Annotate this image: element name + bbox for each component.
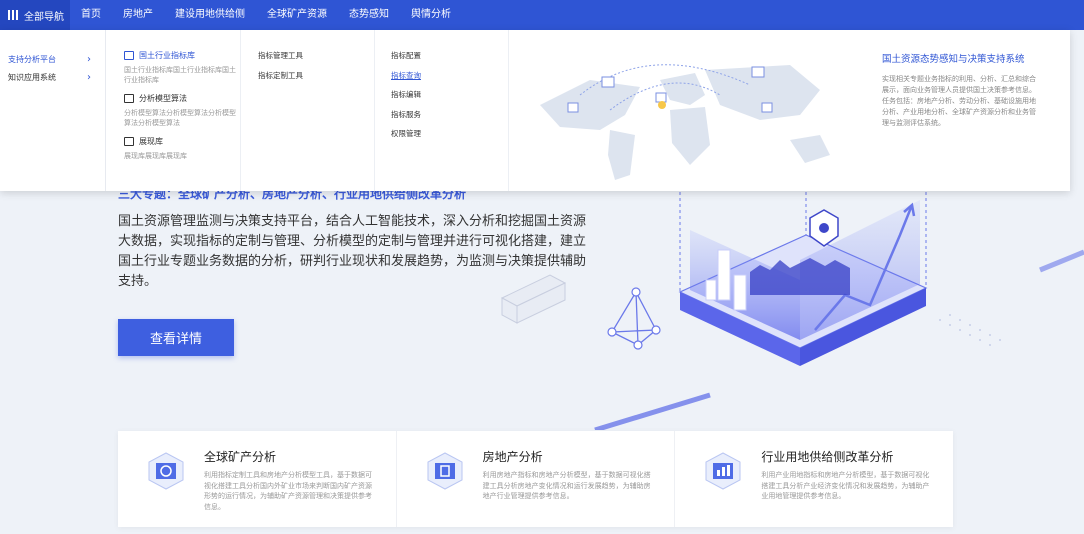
model-icon xyxy=(124,94,134,103)
dropdown-tools-column: 指标管理工具 指标定制工具 xyxy=(258,50,303,89)
nav-item-construction-land-supply[interactable]: 建设用地供给侧 xyxy=(164,0,256,30)
nav-item-real-estate[interactable]: 房地产 xyxy=(112,0,164,30)
group-title: 分析模型算法 xyxy=(139,94,187,103)
category-item-analysis-platform[interactable]: 支持分析平台 › xyxy=(0,50,105,68)
system-title[interactable]: 国土资源态势感知与决策支持系统 xyxy=(882,51,1042,65)
hero-description: 国土资源管理监测与决策支持平台，结合人工智能技术，深入分析和挖掘国土资源大数据，… xyxy=(118,214,587,289)
database-icon xyxy=(124,51,134,60)
top-navigation-bar: 全部导航 首页 房地产 建设用地供给侧 全球矿产资源 态势感知 舆情分析 xyxy=(0,0,1084,30)
dropdown-category-list: 支持分析平台 › 知识应用系统 › xyxy=(0,30,106,191)
category-item-knowledge-system[interactable]: 知识应用系统 › xyxy=(0,68,105,86)
menu-item-indicator-service[interactable]: 指标服务 xyxy=(391,109,421,129)
globe-analysis-icon xyxy=(148,452,184,490)
group-description: 国土行业指标库国土行业指标库国土行业指标库 xyxy=(124,66,236,84)
system-description: 实现相关专题业务指标的利用、分析、汇总和综合展示，面向业务管理人员提供国土决策参… xyxy=(882,75,1036,127)
card-description: 利用房地产指标和房地产分析模型，基于数据可视化搭建工具分析房地产变化情况和运行发… xyxy=(482,471,651,500)
menu-item-indicator-edit[interactable]: 指标编辑 xyxy=(391,89,421,109)
nav-item-situation-awareness[interactable]: 态势感知 xyxy=(338,0,400,30)
chevron-right-icon: › xyxy=(87,71,91,83)
nav-item-global-mineral-resources[interactable]: 全球矿产资源 xyxy=(256,0,338,30)
group-description: 展现库展现库展现库 xyxy=(124,152,187,160)
card-title: 全球矿产分析 xyxy=(204,450,277,464)
card-description: 利用指标定制工具和房地产分析模型工具，基于数据可视化搭建工具分析国内外矿业市场来… xyxy=(204,471,372,511)
nav-item-public-opinion[interactable]: 舆情分析 xyxy=(400,0,462,30)
group-indicator-library[interactable]: 国土行业指标库 国土行业指标库国土行业指标库国土行业指标库 xyxy=(124,50,236,85)
feature-cards: 全球矿产分析 利用指标定制工具和房地产分析模型工具，基于数据可视化搭建工具分析国… xyxy=(118,431,953,527)
card-real-estate-analysis[interactable]: 房地产分析 利用房地产指标和房地产分析模型，基于数据可视化搭建工具分析房地产变化… xyxy=(395,431,675,527)
card-title: 行业用地供给侧改革分析 xyxy=(761,450,894,464)
menu-item-indicator-query[interactable]: 指标查询 xyxy=(391,70,421,90)
card-global-mineral-analysis[interactable]: 全球矿产分析 利用指标定制工具和房地产分析模型工具，基于数据可视化搭建工具分析国… xyxy=(118,431,396,527)
system-info-block: 国土资源态势感知与决策支持系统 实现相关专题业务指标的利用、分析、汇总和综合展示… xyxy=(882,51,1042,129)
group-display-library[interactable]: 展现库 展现库展现库展现库 xyxy=(124,136,236,161)
bar-chart-icon xyxy=(705,452,741,490)
all-navigation-label: 全部导航 xyxy=(24,11,64,23)
nav-item-home[interactable]: 首页 xyxy=(70,0,112,30)
chart-icon xyxy=(124,137,134,146)
world-map-illustration xyxy=(540,64,830,180)
divider xyxy=(508,30,509,191)
all-navigation-button[interactable]: 全部导航 xyxy=(0,0,70,30)
category-label: 知识应用系统 xyxy=(8,72,56,82)
view-details-button[interactable]: 查看详情 xyxy=(118,319,234,356)
group-description: 分析模型算法分析模型算法分析模型算法分析模型算法 xyxy=(124,109,236,127)
divider xyxy=(240,30,241,191)
chevron-right-icon: › xyxy=(87,53,91,65)
card-description: 利用产业用地指标和房地产分析模型，基于数据可视化搭建工具分析产业经济变化情况和发… xyxy=(761,471,930,500)
group-title: 国土行业指标库 xyxy=(139,51,195,60)
group-title: 展现库 xyxy=(139,137,163,146)
menu-item-indicator-config[interactable]: 指标配置 xyxy=(391,50,421,70)
card-industry-land-reform-analysis[interactable]: 行业用地供给侧改革分析 利用产业用地指标和房地产分析模型，基于数据可视化搭建工具… xyxy=(674,431,953,527)
divider xyxy=(374,30,375,191)
group-model-algorithm[interactable]: 分析模型算法 分析模型算法分析模型算法分析模型算法分析模型算法 xyxy=(124,93,236,128)
category-label: 支持分析平台 xyxy=(8,54,56,64)
building-icon xyxy=(427,452,463,490)
card-title: 房地产分析 xyxy=(482,450,543,464)
menu-item-indicator-management-tool[interactable]: 指标管理工具 xyxy=(258,50,303,70)
dropdown-groups-column: 国土行业指标库 国土行业指标库国土行业指标库国土行业指标库 分析模型算法 分析模… xyxy=(124,50,236,169)
menu-icon xyxy=(8,10,18,20)
navigation-dropdown-panel: 支持分析平台 › 知识应用系统 › 国土行业指标库 国土行业指标库国土行业指标库… xyxy=(0,30,1070,191)
dropdown-functions-column: 指标配置 指标查询 指标编辑 指标服务 权限管理 xyxy=(391,50,421,148)
menu-item-indicator-custom-tool[interactable]: 指标定制工具 xyxy=(258,70,303,90)
menu-item-permission-management[interactable]: 权限管理 xyxy=(391,128,421,148)
